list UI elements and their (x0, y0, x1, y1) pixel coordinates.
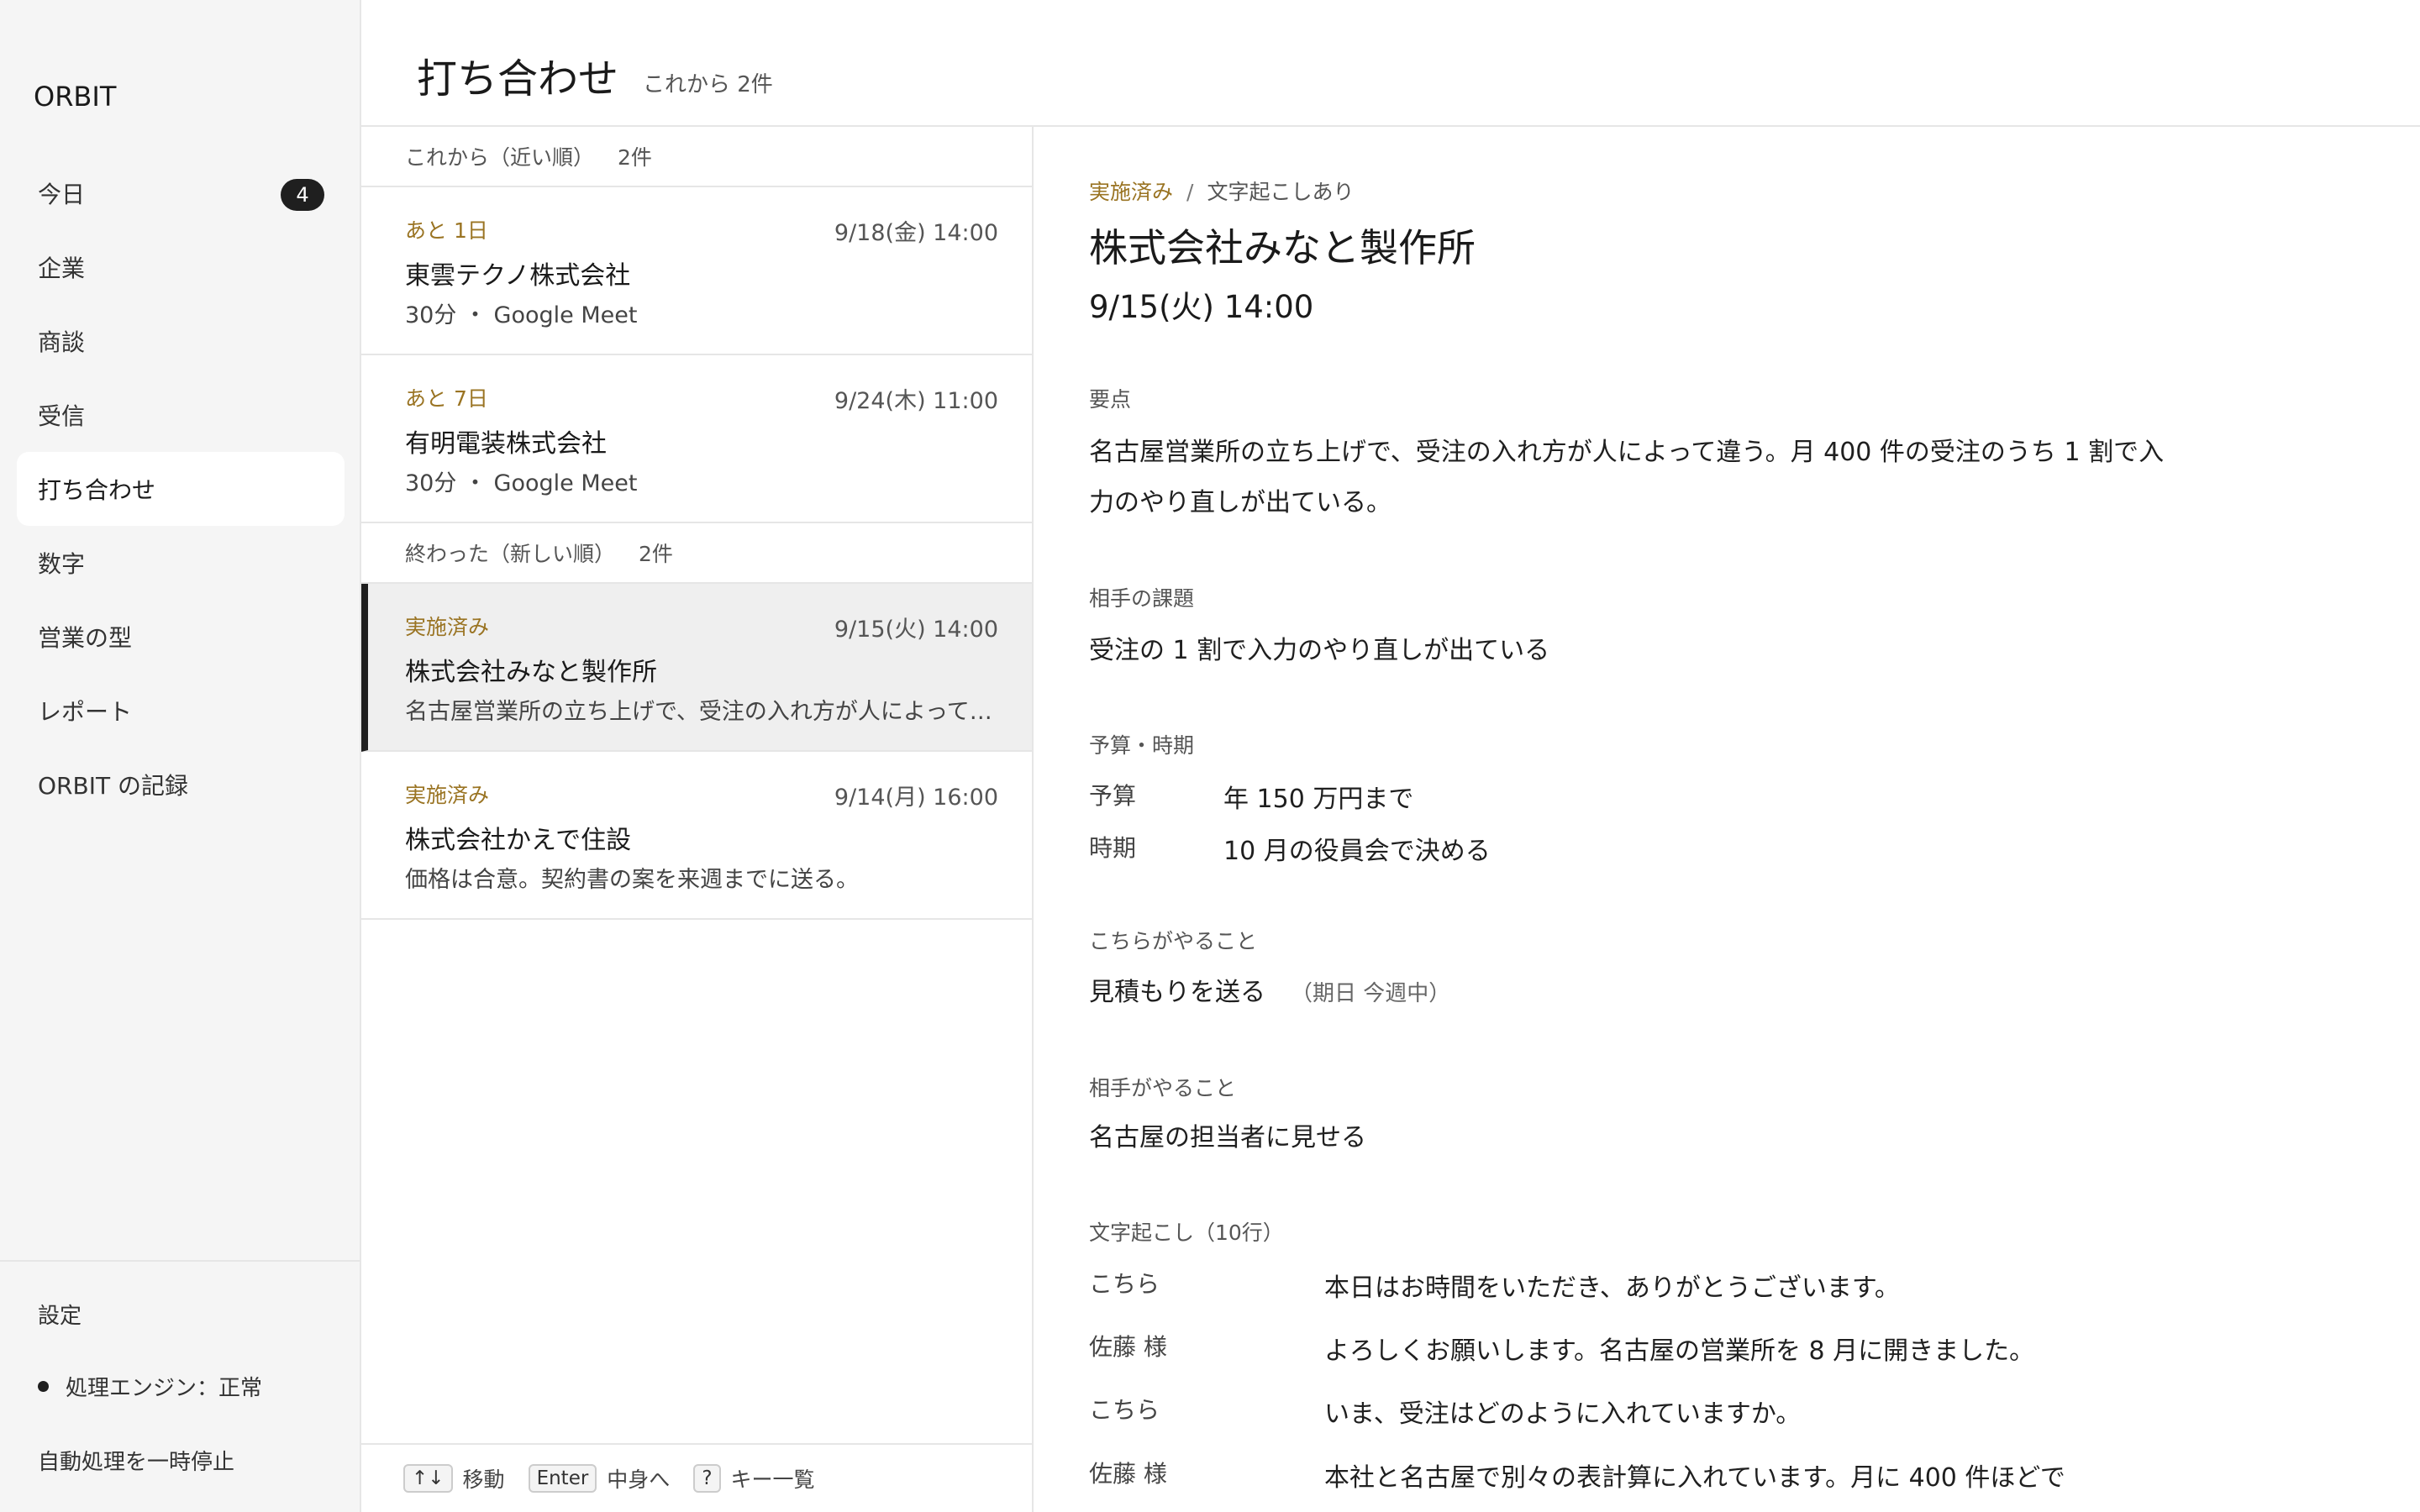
sidebar-item-today[interactable]: 今日 4 (17, 156, 345, 230)
budget-key: 予算 (1089, 782, 1137, 810)
meeting-date: 9/15(火) 14:00 (834, 617, 998, 643)
sidebar-nav: 今日 4 企業 商談 受信 打ち合わせ 数字 営業の型 レポート ORBIT の… (17, 156, 345, 822)
our-todo-item: 見積もりを送る （期日 今週中） (1089, 968, 2173, 1019)
sidebar-item-meetings[interactable]: 打ち合わせ (17, 452, 345, 526)
sidebar-item-orbit-log[interactable]: ORBIT の記録 (17, 748, 345, 822)
meeting-list-item[interactable]: あと 7日 9/24(木) 11:00 有明電装株式会社 30分 ・ Googl… (361, 355, 1032, 523)
transcript-line: いま、受注はどのように入れていますか。 (1324, 1399, 1802, 1429)
meeting-date: 9/24(木) 11:00 (834, 388, 998, 414)
sidebar-item-companies[interactable]: 企業 (17, 230, 345, 304)
status-dot-icon (38, 1381, 49, 1392)
hint-open: 中身へ (607, 1467, 671, 1492)
summary-label: 要点 (1089, 387, 1132, 412)
their-todo-label: 相手がやること (1089, 1076, 1237, 1100)
meeting-list-item[interactable]: 実施済み 9/14(月) 16:00 株式会社かえで住設 価格は合意。契約書の案… (361, 752, 1032, 920)
budget-timing-label: 予算・時期 (1089, 733, 1195, 758)
meeting-list: これから（近い順） 2件 あと 1日 9/18(金) 14:00 東雲テクノ株式… (361, 127, 1034, 1512)
sidebar-item-label: 商談 (38, 328, 86, 356)
meeting-date: 9/14(月) 16:00 (834, 785, 998, 811)
sidebar-item-label: 営業の型 (38, 624, 133, 652)
meeting-meta: 30分 ・ Google Meet (405, 302, 638, 328)
help-key-icon: ? (693, 1464, 721, 1493)
budget-value: 年 150 万円まで (1223, 785, 1414, 814)
transcript-flag: 文字起こしあり (1207, 180, 1355, 204)
sidebar-item-reports[interactable]: レポート (17, 674, 345, 748)
company-title: 株式会社みなと製作所 (1089, 225, 1476, 270)
meeting-meta: 30分 ・ Google Meet (405, 470, 638, 496)
countdown-label: あと 7日 (405, 386, 488, 411)
meeting-list-item-selected[interactable]: 実施済み 9/15(火) 14:00 株式会社みなと製作所 名古屋営業所の立ち上… (361, 584, 1032, 752)
engine-status-text: 処理エンジン：正常 (66, 1376, 263, 1401)
status-label: 実施済み (1089, 180, 1174, 204)
sidebar-item-label: 数字 (38, 550, 86, 578)
count-badge: 4 (281, 179, 324, 211)
page-title: 打ち合わせ (417, 55, 619, 102)
page-subtitle: これから 2件 (643, 72, 773, 97)
issue-label: 相手の課題 (1089, 586, 1195, 611)
sidebar-item-inbox[interactable]: 受信 (17, 378, 345, 452)
transcript-line: 本日はお時間をいただき、ありがとうございます。 (1324, 1273, 1900, 1303)
countdown-label: あと 1日 (405, 218, 488, 243)
our-todo-text: 見積もりを送る (1089, 978, 1265, 1007)
group-label: 終わった（新しい順） (405, 542, 616, 566)
their-todo-text: 名古屋の担当者に見せる (1089, 1123, 1366, 1152)
sidebar-item-numbers[interactable]: 数字 (17, 526, 345, 600)
past-group-header: 終わった（新しい順） 2件 (361, 523, 1032, 584)
issue-text: 受注の 1 割で入力のやり直しが出ている (1089, 636, 1550, 665)
company-name: 株式会社かえで住設 (405, 826, 632, 855)
company-name: 有明電装株式会社 (405, 429, 607, 459)
settings-link[interactable]: 設定 (38, 1299, 82, 1330)
meeting-datetime: 9/15(火) 14:00 (1089, 289, 1314, 325)
meeting-summary-preview: 名古屋営業所の立ち上げで、受注の入れ方が人によって違う。 (405, 699, 993, 725)
enter-key-icon: Enter (528, 1464, 597, 1493)
pause-automation-button[interactable]: 自動処理を一時停止 (38, 1445, 234, 1476)
transcript-label: 文字起こし（10行） (1089, 1221, 1284, 1245)
hint-move: 移動 (462, 1467, 505, 1492)
sidebar-item-label: 今日 (38, 181, 86, 208)
company-name: 株式会社みなと製作所 (405, 658, 657, 687)
company-name: 東雲テクノ株式会社 (405, 261, 631, 291)
status-label: 実施済み (405, 783, 490, 807)
status-label: 実施済み (405, 615, 490, 639)
group-count: 2件 (618, 145, 652, 170)
timing-value: 10 月の役員会で決める (1223, 837, 1491, 866)
sidebar-item-label: 打ち合わせ (38, 476, 156, 504)
sidebar-item-label: ORBIT の記録 (38, 772, 188, 800)
meeting-summary-preview: 価格は合意。契約書の案を来週までに送る。 (405, 867, 859, 893)
transcript-line: 本社と名古屋で別々の表計算に入れています。月に 400 件ほどで (1324, 1463, 2065, 1493)
transcript-speaker: こちら (1089, 1396, 1160, 1424)
upcoming-group-header: これから（近い順） 2件 (361, 127, 1032, 187)
meeting-date: 9/18(金) 14:00 (834, 220, 998, 246)
breadcrumb-separator: / (1186, 180, 1194, 204)
sidebar-item-label: 企業 (38, 255, 86, 282)
sidebar-item-label: レポート (38, 698, 133, 726)
timing-key: 時期 (1089, 834, 1137, 862)
sidebar: ORBIT 今日 4 企業 商談 受信 打ち合わせ 数字 営業の型 レポート O… (0, 0, 361, 1512)
arrow-keys-icon: ↑↓ (403, 1464, 453, 1493)
our-todo-due: （期日 今週中） (1291, 981, 1451, 1006)
page-header: 打ち合わせ これから 2件 (361, 0, 2420, 127)
meeting-detail: 実施済み / 文字起こしあり 株式会社みなと製作所 9/15(火) 14:00 要点… (1035, 127, 2420, 1512)
sidebar-item-label: 受信 (38, 402, 86, 430)
group-label: これから（近い順） (405, 145, 595, 170)
transcript-line: よろしくお願いします。名古屋の営業所を 8 月に開きました。 (1324, 1336, 2035, 1366)
transcript-speaker: 佐藤 様 (1089, 1460, 1167, 1488)
summary-text: 名古屋営業所の立ち上げで、受注の入れ方が人によって違う。月 400 件の受注のう… (1089, 438, 2165, 517)
sidebar-divider (0, 1260, 360, 1262)
hint-shortcuts: キー一覧 (730, 1467, 815, 1492)
sidebar-item-playbook[interactable]: 営業の型 (17, 600, 345, 674)
detail-breadcrumb: 実施済み / 文字起こしあり (1089, 176, 1354, 206)
transcript-speaker: 佐藤 様 (1089, 1333, 1167, 1361)
app-logo: ORBIT (34, 81, 117, 113)
our-todo-label: こちらがやること (1089, 929, 1258, 953)
sidebar-item-deals[interactable]: 商談 (17, 304, 345, 378)
group-count: 2件 (639, 542, 673, 566)
transcript-speaker: こちら (1089, 1270, 1160, 1298)
keyboard-hints: ↑↓ 移動 Enter 中身へ ? キー一覧 (361, 1443, 1032, 1512)
engine-status: 処理エンジン：正常 (38, 1371, 262, 1402)
meeting-list-item[interactable]: あと 1日 9/18(金) 14:00 東雲テクノ株式会社 30分 ・ Goog… (361, 187, 1032, 355)
